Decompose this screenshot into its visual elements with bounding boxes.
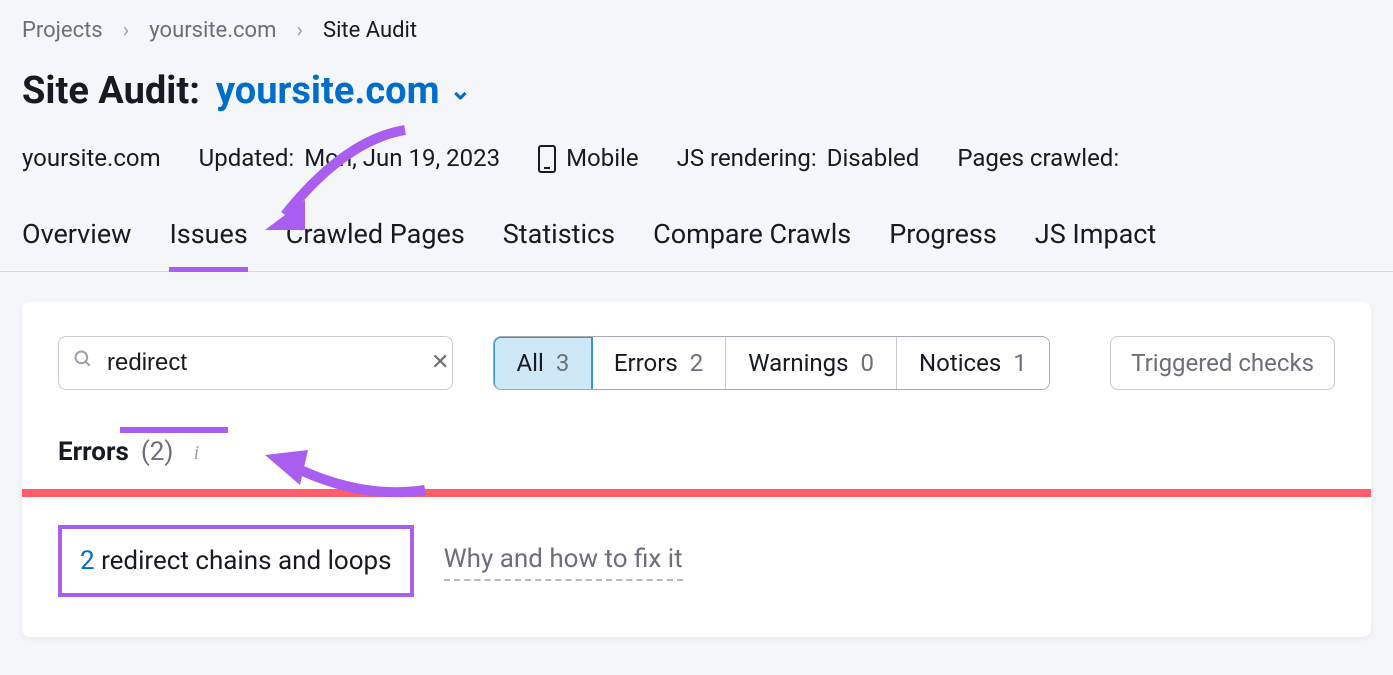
tab-progress[interactable]: Progress [889,206,997,272]
tab-overview[interactable]: Overview [22,206,131,272]
info-updated: Updated: Mon, Jun 19, 2023 [199,142,500,176]
errors-label: Errors [58,434,129,470]
info-domain: yoursite.com [22,142,161,176]
mobile-icon [538,145,556,173]
breadcrumb-projects[interactable]: Projects [22,16,103,47]
filter-label: All [517,347,544,381]
page-title: Site Audit: [22,65,200,118]
info-updated-value: Mon, Jun 19, 2023 [304,142,500,176]
filter-all[interactable]: All 3 [493,336,593,390]
errors-severity-bar [22,489,1371,497]
info-updated-label: Updated: [199,142,295,176]
filter-notices[interactable]: Notices 1 [897,337,1049,389]
filter-group: All 3 Errors 2 Warnings 0 Notices 1 [493,336,1050,390]
chevron-right-icon: › [296,16,303,47]
filter-count: 3 [556,347,570,381]
info-device: Mobile [538,142,639,176]
domain-name: yoursite.com [216,65,440,118]
page-title-row: Site Audit: yoursite.com ⌄ [0,55,1393,122]
panel-toolbar: ✕ All 3 Errors 2 Warnings 0 Notices 1 Tr… [22,302,1371,416]
issue-text: redirect chains and loops [101,546,392,576]
why-and-how-link[interactable]: Why and how to fix it [444,541,683,581]
issues-panel: ✕ All 3 Errors 2 Warnings 0 Notices 1 Tr… [22,302,1371,637]
triggered-checks-button[interactable]: Triggered checks [1110,336,1335,390]
filter-label: Notices [919,347,1001,381]
filter-label: Warnings [748,347,848,381]
issue-row: 2 redirect chains and loops Why and how … [22,497,1371,637]
search-input-wrapper: ✕ [58,336,453,390]
breadcrumb-current: Site Audit [323,16,417,47]
info-js-label: JS rendering: [677,142,817,176]
errors-heading: Errors (2) i [22,416,1371,488]
issue-redirect-chains[interactable]: 2 redirect chains and loops [58,525,414,597]
issue-count: 2 [80,546,95,576]
info-js-value: Disabled [827,142,920,176]
breadcrumb: Projects › yoursite.com › Site Audit [0,0,1393,55]
chevron-right-icon: › [123,16,130,47]
errors-count: (2) [141,434,174,470]
search-input[interactable] [105,348,419,378]
tab-crawled-pages[interactable]: Crawled Pages [286,206,465,272]
tab-js-impact[interactable]: JS Impact [1035,206,1156,272]
tab-issues[interactable]: Issues [169,206,247,272]
filter-count: 2 [690,347,704,381]
breadcrumb-domain[interactable]: yoursite.com [149,16,276,47]
info-icon[interactable]: i [185,442,207,464]
search-icon [73,348,93,379]
chevron-down-icon: ⌄ [450,73,472,109]
clear-icon[interactable]: ✕ [431,348,449,379]
filter-warnings[interactable]: Warnings 0 [726,337,897,389]
info-pages-crawled: Pages crawled: [957,142,1119,176]
info-js-rendering: JS rendering: Disabled [677,142,920,176]
filter-count: 0 [861,347,875,381]
tab-compare-crawls[interactable]: Compare Crawls [653,206,851,272]
tabs: Overview Issues Crawled Pages Statistics… [0,206,1393,273]
info-device-label: Mobile [566,142,639,176]
tab-statistics[interactable]: Statistics [503,206,615,272]
filter-count: 1 [1013,347,1027,381]
domain-switcher[interactable]: yoursite.com ⌄ [216,65,471,118]
filter-label: Errors [614,347,678,381]
filter-errors[interactable]: Errors 2 [592,337,726,389]
info-bar: yoursite.com Updated: Mon, Jun 19, 2023 … [0,122,1393,206]
